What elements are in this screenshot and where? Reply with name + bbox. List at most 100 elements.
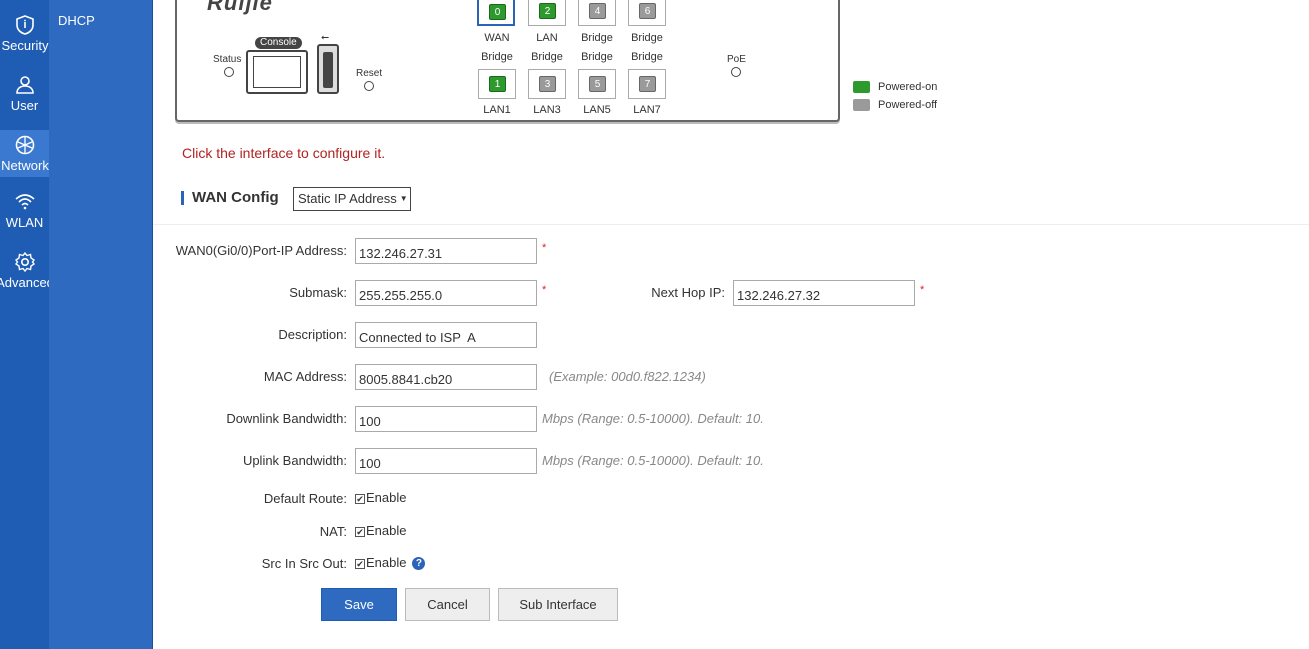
next-hop-required-mark: *	[920, 284, 925, 296]
nav-security-label: Security	[1, 38, 49, 53]
port-lan1-number: 1	[489, 76, 506, 92]
nat-enable-label: Enable	[366, 523, 407, 538]
src-in-src-out-enable-label: Enable	[366, 555, 407, 570]
status-led	[224, 67, 234, 77]
downlink-input[interactable]	[355, 406, 537, 432]
ip-address-label: WAN0(Gi0/0)Port-IP Address:	[175, 243, 347, 258]
default-route-checkbox[interactable]: ✔ Enable	[355, 490, 406, 505]
port-4-number: 4	[589, 3, 606, 19]
ip-address-input[interactable]	[355, 238, 537, 264]
main-nav-rail: Security User Network WLAN Advanced	[0, 0, 49, 649]
wifi-icon	[0, 191, 49, 213]
poe-label: PoE	[727, 54, 746, 65]
port-lan2-number: 2	[539, 3, 556, 19]
nav-wlan[interactable]: WLAN	[0, 191, 49, 243]
mac-address-label: MAC Address:	[263, 369, 347, 384]
shield-icon	[0, 14, 49, 36]
nav-security[interactable]: Security	[0, 14, 49, 66]
wan-mode-select[interactable]: Static IP Address ▼	[293, 187, 411, 211]
port-lan2-label: LAN	[536, 32, 558, 44]
nav-user-label: User	[10, 98, 39, 113]
port-wan0-sublabel: Bridge	[481, 51, 513, 63]
port-lan2[interactable]: 2	[528, 0, 566, 26]
cancel-button[interactable]: Cancel	[405, 588, 490, 621]
description-label: Description:	[278, 327, 347, 342]
port-lan5-label: LAN5	[583, 104, 611, 116]
next-hop-input[interactable]	[733, 280, 915, 306]
port-6-sublabel: Bridge	[631, 51, 663, 63]
port-lan5-number: 5	[589, 76, 606, 92]
powered-off-label: Powered-off	[878, 99, 938, 111]
next-hop-label: Next Hop IP:	[651, 285, 725, 300]
caret-down-icon: ▼	[399, 194, 408, 203]
reset-button[interactable]	[364, 81, 374, 91]
port-6-label: Bridge	[631, 32, 663, 44]
submask-input[interactable]	[355, 280, 537, 306]
section-title: WAN Config	[192, 189, 279, 206]
description-input[interactable]	[355, 322, 537, 348]
status-label: Status	[213, 54, 242, 65]
port-lan3-number: 3	[539, 76, 556, 92]
port-lan5[interactable]: 5	[578, 69, 616, 99]
port-6[interactable]: 6	[628, 0, 666, 26]
port-lan1-label: LAN1	[483, 104, 511, 116]
src-in-src-out-label: Src In Src Out:	[261, 556, 347, 571]
port-4-label: Bridge	[581, 32, 613, 44]
device-panel: Ruijie Status Console ⭠ Reset 0 2 4 6 WA…	[175, 0, 840, 122]
nav-user[interactable]: User	[0, 74, 49, 126]
port-lan1[interactable]: 1	[478, 69, 516, 99]
sub-nav-panel: DHCP	[49, 0, 153, 649]
port-wan0[interactable]: 0	[477, 0, 515, 26]
section-divider	[153, 224, 1309, 225]
usb-port	[317, 44, 339, 94]
nav-wlan-label: WLAN	[5, 215, 44, 230]
uplink-help: Mbps (Range: 0.5-10000). Default: 10.	[542, 453, 764, 468]
powered-off-swatch	[853, 99, 870, 111]
check-icon: ✔	[355, 559, 365, 569]
mac-address-help: (Example: 00d0.f822.1234)	[549, 369, 706, 384]
globe-icon	[0, 134, 49, 156]
save-button[interactable]: Save	[321, 588, 397, 621]
port-lan7[interactable]: 7	[628, 69, 666, 99]
check-icon: ✔	[355, 527, 365, 537]
ip-required-mark: *	[542, 242, 547, 254]
sub-interface-button[interactable]: Sub Interface	[498, 588, 618, 621]
nav-network[interactable]: Network	[0, 130, 49, 177]
port-wan0-label: WAN	[484, 32, 510, 44]
submask-label: Submask:	[289, 285, 347, 300]
nat-label: NAT:	[319, 524, 347, 539]
gear-icon	[0, 251, 49, 273]
poe-led	[731, 67, 741, 77]
port-4[interactable]: 4	[578, 0, 616, 26]
check-icon: ✔	[355, 494, 365, 504]
subnav-item-dhcp[interactable]: DHCP	[58, 13, 95, 28]
powered-on-label: Powered-on	[878, 81, 938, 93]
brand-logo: Ruijie	[207, 0, 273, 15]
port-lan3-label: LAN3	[533, 104, 561, 116]
console-label: Console	[255, 37, 302, 49]
submask-required-mark: *	[542, 284, 547, 296]
help-icon[interactable]: ?	[412, 557, 426, 570]
downlink-label: Downlink Bandwidth:	[226, 411, 347, 426]
port-wan0-number: 0	[489, 4, 506, 20]
nav-network-label: Network	[1, 158, 49, 173]
default-route-enable-label: Enable	[366, 490, 407, 505]
port-6-number: 6	[639, 3, 656, 19]
user-icon	[0, 74, 49, 96]
port-lan3[interactable]: 3	[528, 69, 566, 99]
uplink-label: Uplink Bandwidth:	[242, 453, 347, 468]
mac-address-input[interactable]	[355, 364, 537, 390]
nav-advanced[interactable]: Advanced	[0, 251, 49, 303]
port-lan7-number: 7	[639, 76, 656, 92]
default-route-label: Default Route:	[263, 491, 347, 506]
console-port	[246, 50, 308, 94]
usb-icon: ⭠	[321, 32, 329, 43]
powered-on-swatch	[853, 81, 870, 93]
section-marker	[181, 191, 184, 205]
port-4-sublabel: Bridge	[581, 51, 613, 63]
reset-label: Reset	[356, 68, 383, 79]
src-in-src-out-checkbox[interactable]: ✔ Enable?	[355, 555, 426, 571]
nav-advanced-label: Advanced	[0, 275, 49, 290]
nat-checkbox[interactable]: ✔ Enable	[355, 523, 406, 538]
uplink-input[interactable]	[355, 448, 537, 474]
